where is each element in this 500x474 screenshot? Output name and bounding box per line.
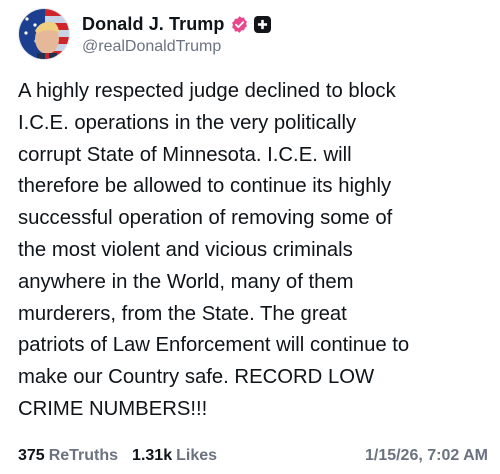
post-header: Donald J. Trump @realDonaldTrump [18, 6, 271, 62]
likes-count: 1.31k [132, 447, 173, 464]
name-row: Donald J. Trump [82, 12, 271, 36]
retruths-label: ReTruths [48, 447, 119, 464]
likes-label: Likes [176, 447, 218, 464]
avatar[interactable] [18, 8, 70, 60]
post-text: A highly respected judge declined to blo… [18, 80, 410, 420]
author-handle[interactable]: @realDonaldTrump [82, 38, 271, 56]
plus-square-icon [253, 15, 271, 33]
post-timestamp[interactable]: 1/15/26, 7:02 AM [365, 447, 488, 465]
retruths-count: 375 [18, 447, 45, 464]
author-names: Donald J. Trump @realDonaldTrump [82, 12, 271, 56]
likes-stat[interactable]: 1.31k Likes [132, 447, 217, 465]
avatar-image [19, 9, 69, 59]
post-stats: 375 ReTruths 1.31k Likes 1/15/26, 7:02 A… [18, 444, 488, 468]
truth-post: Donald J. Trump @realDonaldTrump A highl… [0, 0, 500, 474]
retruths-stat[interactable]: 375 ReTruths [18, 447, 118, 465]
display-name[interactable]: Donald J. Trump [82, 14, 225, 35]
verified-check-icon [230, 15, 249, 34]
